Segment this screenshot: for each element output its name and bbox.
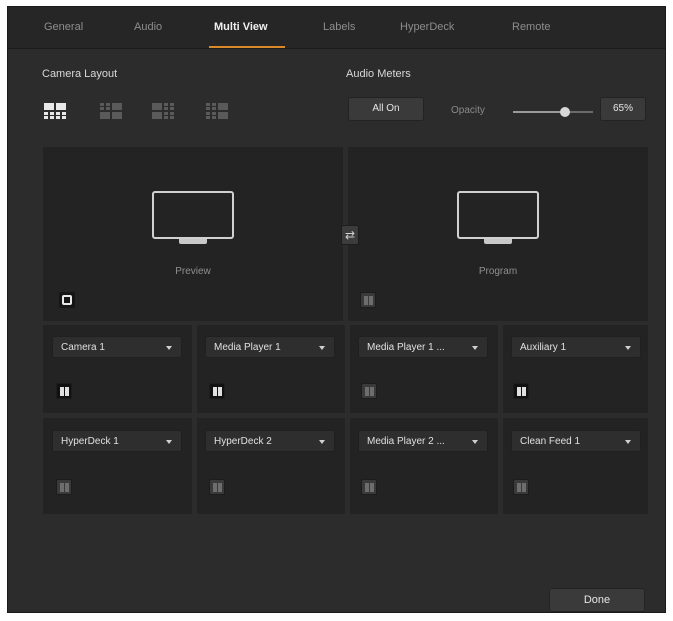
audio-meter-icon[interactable] [361,383,377,399]
chevron-down-icon [472,440,478,444]
opacity-label: Opacity [451,105,485,116]
audio-meter-icon[interactable] [513,383,529,399]
source-dropdown-value: Auxiliary 1 [520,342,567,353]
chevron-down-icon [625,440,631,444]
program-label: Program [478,266,518,277]
source-dropdown-1[interactable]: Camera 1 [52,336,182,358]
layout-1-icon[interactable] [44,103,66,119]
opacity-slider-fill [513,111,565,113]
safe-area-icon[interactable] [59,292,75,308]
source-dropdown-value: HyperDeck 2 [214,436,272,447]
audio-meter-icon[interactable] [56,479,72,495]
camera-layout-label: Camera Layout [42,68,118,80]
tab-bar: General Audio Multi View Labels HyperDec… [8,7,665,49]
audio-meter-icon[interactable] [56,383,72,399]
chevron-down-icon [166,346,172,350]
audio-meter-icon[interactable] [360,292,376,308]
layout-2-icon[interactable] [100,103,122,119]
source-dropdown-value: Media Player 1 ... [367,342,445,353]
source-dropdown-value: Media Player 1 [214,342,281,353]
opacity-value-field[interactable]: 65% [600,97,646,121]
chevron-down-icon [319,440,325,444]
source-dropdown-value: HyperDeck 1 [61,436,119,447]
source-dropdown-value: Camera 1 [61,342,105,353]
multiview-settings-window: General Audio Multi View Labels HyperDec… [7,6,666,613]
active-tab-indicator [209,46,285,48]
tab-remote[interactable]: Remote [512,21,551,41]
tab-multi-view[interactable]: Multi View [214,21,268,41]
opacity-slider[interactable] [513,107,593,117]
chevron-down-icon [472,346,478,350]
source-dropdown-8[interactable]: Clean Feed 1 [511,430,641,452]
audio-meters-label: Audio Meters [346,68,411,80]
chevron-down-icon [166,440,172,444]
chevron-down-icon [625,346,631,350]
source-dropdown-value: Media Player 2 ... [367,436,445,447]
audio-meter-icon[interactable] [361,479,377,495]
opacity-slider-knob[interactable] [560,107,570,117]
done-button[interactable]: Done [549,588,645,612]
audio-meter-icon[interactable] [209,383,225,399]
chevron-down-icon [319,346,325,350]
source-dropdown-2[interactable]: Media Player 1 [205,336,335,358]
source-dropdown-3[interactable]: Media Player 1 ... [358,336,488,358]
tab-labels[interactable]: Labels [323,21,355,41]
preview-label: Preview [175,266,211,277]
layout-4-icon[interactable] [206,103,228,119]
tab-general[interactable]: General [44,21,83,41]
tab-hyperdeck[interactable]: HyperDeck [400,21,454,41]
source-dropdown-4[interactable]: Auxiliary 1 [511,336,641,358]
tab-audio[interactable]: Audio [134,21,162,41]
audio-meter-icon[interactable] [513,479,529,495]
audio-meter-icon[interactable] [209,479,225,495]
source-dropdown-value: Clean Feed 1 [520,436,581,447]
source-dropdown-6[interactable]: HyperDeck 2 [205,430,335,452]
swap-icon[interactable]: ⇄ [341,225,359,245]
source-dropdown-5[interactable]: HyperDeck 1 [52,430,182,452]
all-on-button[interactable]: All On [348,97,424,121]
source-dropdown-7[interactable]: Media Player 2 ... [358,430,488,452]
layout-3-icon[interactable] [152,103,174,119]
